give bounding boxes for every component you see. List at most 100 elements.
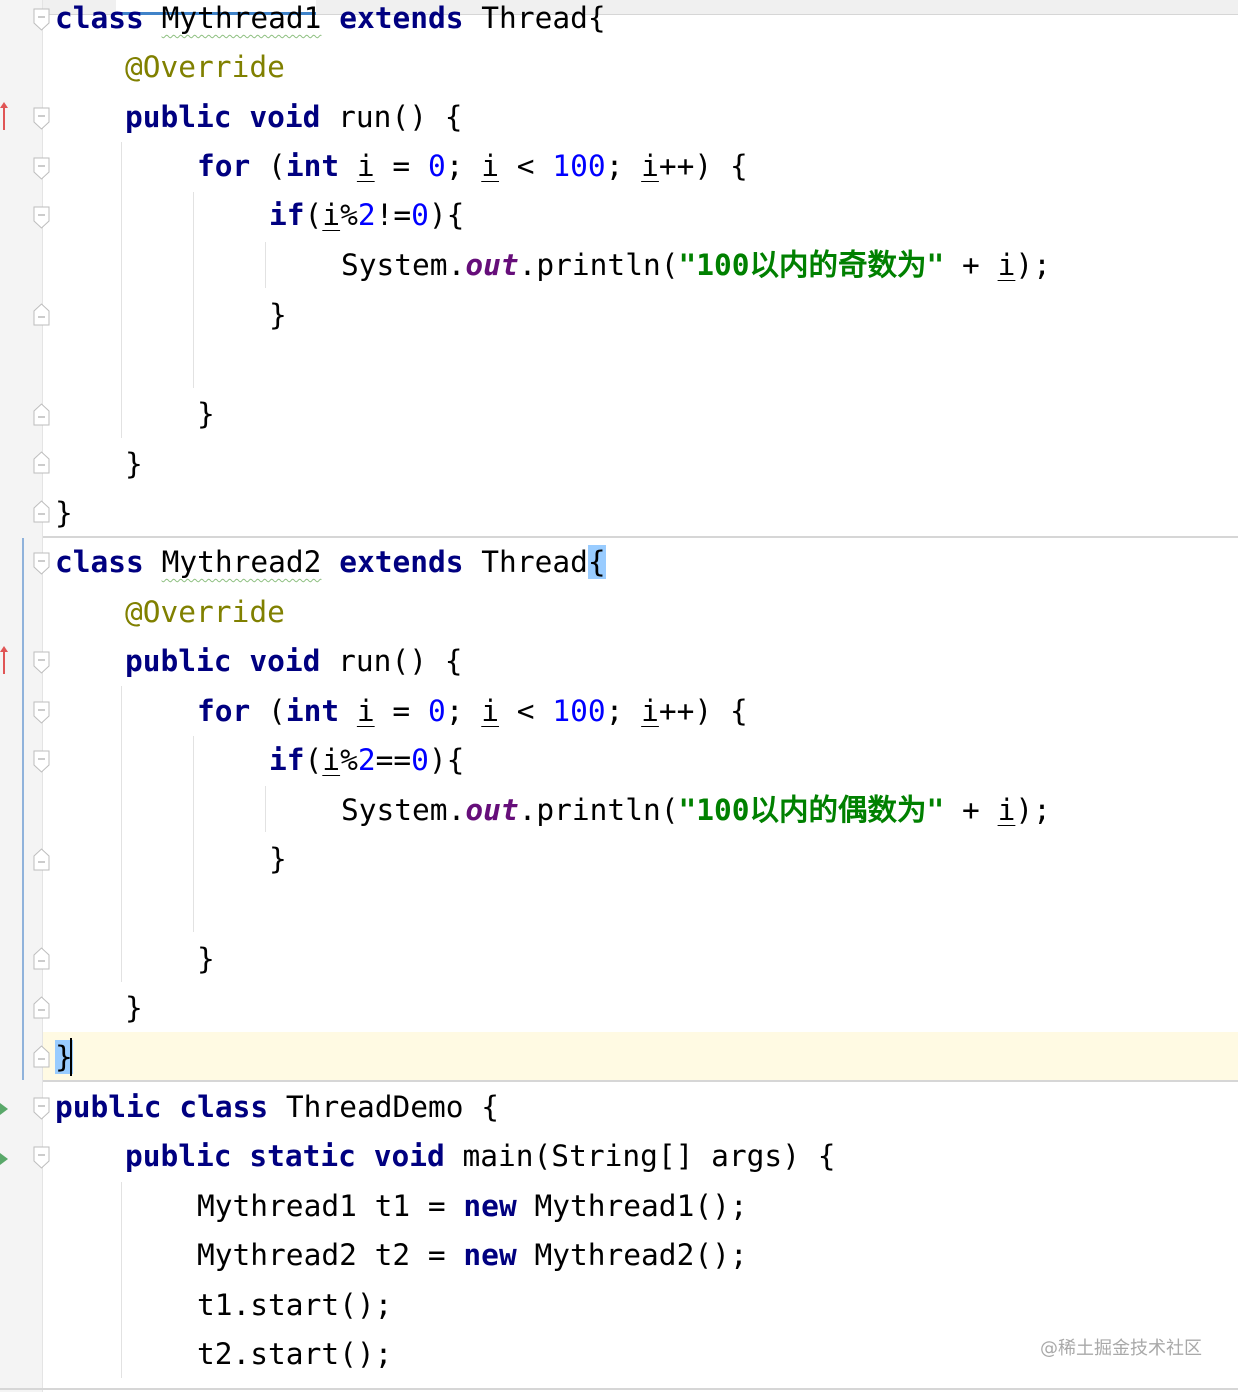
code-line[interactable]: if(i%2==0){ bbox=[269, 736, 464, 785]
number: 100 bbox=[552, 149, 606, 183]
code-line[interactable]: class Mythread2 extends Thread{ bbox=[55, 538, 606, 587]
string-literal: "100以内的奇数为" bbox=[678, 248, 945, 282]
class-name: ThreadDemo { bbox=[285, 1090, 500, 1124]
brace: } bbox=[55, 496, 73, 530]
code-line[interactable]: for (int i = 0; i < 100; i++) { bbox=[197, 687, 748, 736]
watermark: @稀土掘金技术社区 bbox=[1040, 1338, 1202, 1359]
fold-toggle-icon[interactable] bbox=[33, 107, 50, 130]
fold-toggle-icon[interactable] bbox=[33, 206, 50, 229]
keyword: static bbox=[249, 1139, 356, 1173]
code-line[interactable]: class Mythread1 extends Thread{ bbox=[55, 0, 606, 43]
punct: = bbox=[374, 149, 428, 183]
code-line[interactable]: public class ThreadDemo { bbox=[55, 1083, 499, 1132]
fold-toggle-icon[interactable] bbox=[33, 8, 50, 31]
fold-toggle-icon[interactable] bbox=[33, 552, 50, 575]
keyword: new bbox=[463, 1238, 517, 1272]
fold-end-icon[interactable] bbox=[33, 947, 50, 970]
fold-end-icon[interactable] bbox=[33, 403, 50, 426]
fold-end-icon[interactable] bbox=[33, 1045, 50, 1068]
code-line[interactable]: } bbox=[197, 935, 215, 984]
code-line[interactable]: public void run() { bbox=[125, 93, 462, 142]
fold-end-icon[interactable] bbox=[33, 451, 50, 474]
punct: < bbox=[499, 149, 553, 183]
code-line[interactable]: if(i%2!=0){ bbox=[269, 191, 464, 240]
number: 0 bbox=[427, 149, 446, 183]
keyword: public bbox=[55, 1090, 162, 1124]
code-line[interactable]: System.out.println("100以内的偶数为" + i); bbox=[341, 786, 1051, 835]
code-line[interactable]: } bbox=[197, 390, 215, 439]
loop-var: i bbox=[322, 743, 341, 777]
keyword: if bbox=[269, 743, 305, 777]
code-line[interactable]: t1.start(); bbox=[197, 1281, 392, 1330]
indent-guide bbox=[193, 736, 194, 932]
statement: t2.start(); bbox=[197, 1337, 393, 1371]
run-gutter-icon[interactable] bbox=[0, 1150, 8, 1165]
method-signature: run() { bbox=[338, 644, 463, 678]
declaration: Mythread1 t1 = bbox=[197, 1189, 464, 1223]
keyword: extends bbox=[339, 1, 464, 35]
code-line[interactable]: @Override bbox=[125, 588, 285, 637]
punct: ( bbox=[304, 743, 323, 777]
number: 2 bbox=[357, 198, 376, 232]
code-line[interactable]: } bbox=[269, 835, 287, 884]
code-line[interactable]: System.out.println("100以内的奇数为" + i); bbox=[341, 241, 1051, 290]
punct: + bbox=[944, 248, 998, 282]
keyword: public bbox=[125, 100, 232, 134]
static-field: out bbox=[465, 248, 519, 282]
code-line[interactable]: } bbox=[55, 489, 73, 538]
keyword: if bbox=[269, 198, 305, 232]
number: 0 bbox=[411, 743, 429, 777]
constructor-call: Mythread2(); bbox=[516, 1238, 748, 1272]
editor-bottom-border bbox=[0, 1388, 1238, 1390]
fold-toggle-icon[interactable] bbox=[33, 1146, 50, 1169]
punct: ); bbox=[1015, 248, 1051, 282]
text-caret bbox=[70, 1038, 72, 1076]
keyword: void bbox=[249, 644, 321, 678]
punct: % bbox=[340, 743, 358, 777]
indent-guide bbox=[121, 686, 122, 982]
override-method-icon[interactable] bbox=[0, 102, 8, 130]
fold-toggle-icon[interactable] bbox=[33, 701, 50, 724]
fold-toggle-icon[interactable] bbox=[33, 157, 50, 180]
code-line[interactable]: t2.start(); bbox=[197, 1330, 392, 1379]
loop-var: i bbox=[481, 149, 500, 183]
fold-end-icon[interactable] bbox=[33, 848, 50, 871]
punct: = bbox=[374, 694, 428, 728]
brace: } bbox=[197, 942, 215, 976]
fold-end-icon[interactable] bbox=[33, 996, 50, 1019]
override-method-icon[interactable] bbox=[0, 646, 8, 674]
indent-guide bbox=[121, 1182, 122, 1378]
code-line[interactable]: public static void main(String[] args) { bbox=[125, 1132, 835, 1181]
vcs-change-bar[interactable] bbox=[22, 538, 24, 1080]
code-line[interactable]: } bbox=[269, 291, 287, 340]
punct: % bbox=[340, 198, 358, 232]
code-editor[interactable]: class Mythread1 extends Thread{ @Overrid… bbox=[0, 0, 1238, 1392]
fold-toggle-icon[interactable] bbox=[33, 750, 50, 773]
number: 2 bbox=[357, 743, 376, 777]
code-line[interactable]: } bbox=[125, 984, 143, 1033]
code-line[interactable]: Mythread1 t1 = new Mythread1(); bbox=[197, 1182, 748, 1231]
code-line[interactable]: public void run() { bbox=[125, 637, 462, 686]
method-signature: main(String[] args) { bbox=[462, 1139, 836, 1173]
brace: } bbox=[269, 842, 287, 876]
loop-var: i bbox=[356, 149, 375, 183]
punct: ){ bbox=[428, 743, 465, 777]
keyword: void bbox=[373, 1139, 445, 1173]
run-gutter-icon[interactable] bbox=[0, 1100, 8, 1115]
code-line[interactable]: for (int i = 0; i < 100; i++) { bbox=[197, 142, 748, 191]
keyword: class bbox=[55, 545, 144, 579]
code-line[interactable]: Mythread2 t2 = new Mythread2(); bbox=[197, 1231, 748, 1280]
code-line[interactable]: } bbox=[125, 440, 143, 489]
fold-toggle-icon[interactable] bbox=[33, 1097, 50, 1120]
current-line-highlight bbox=[43, 1032, 1238, 1080]
fold-end-icon[interactable] bbox=[33, 500, 50, 523]
annotation: @Override bbox=[125, 595, 285, 629]
loop-var: i bbox=[641, 149, 659, 183]
brace: } bbox=[197, 397, 215, 431]
brace: } bbox=[269, 298, 287, 332]
fold-toggle-icon[interactable] bbox=[33, 651, 50, 674]
code-line[interactable]: @Override bbox=[125, 43, 285, 92]
fold-end-icon[interactable] bbox=[33, 303, 50, 326]
loop-var: i bbox=[322, 198, 341, 232]
class-name: Mythread2 bbox=[161, 545, 322, 579]
